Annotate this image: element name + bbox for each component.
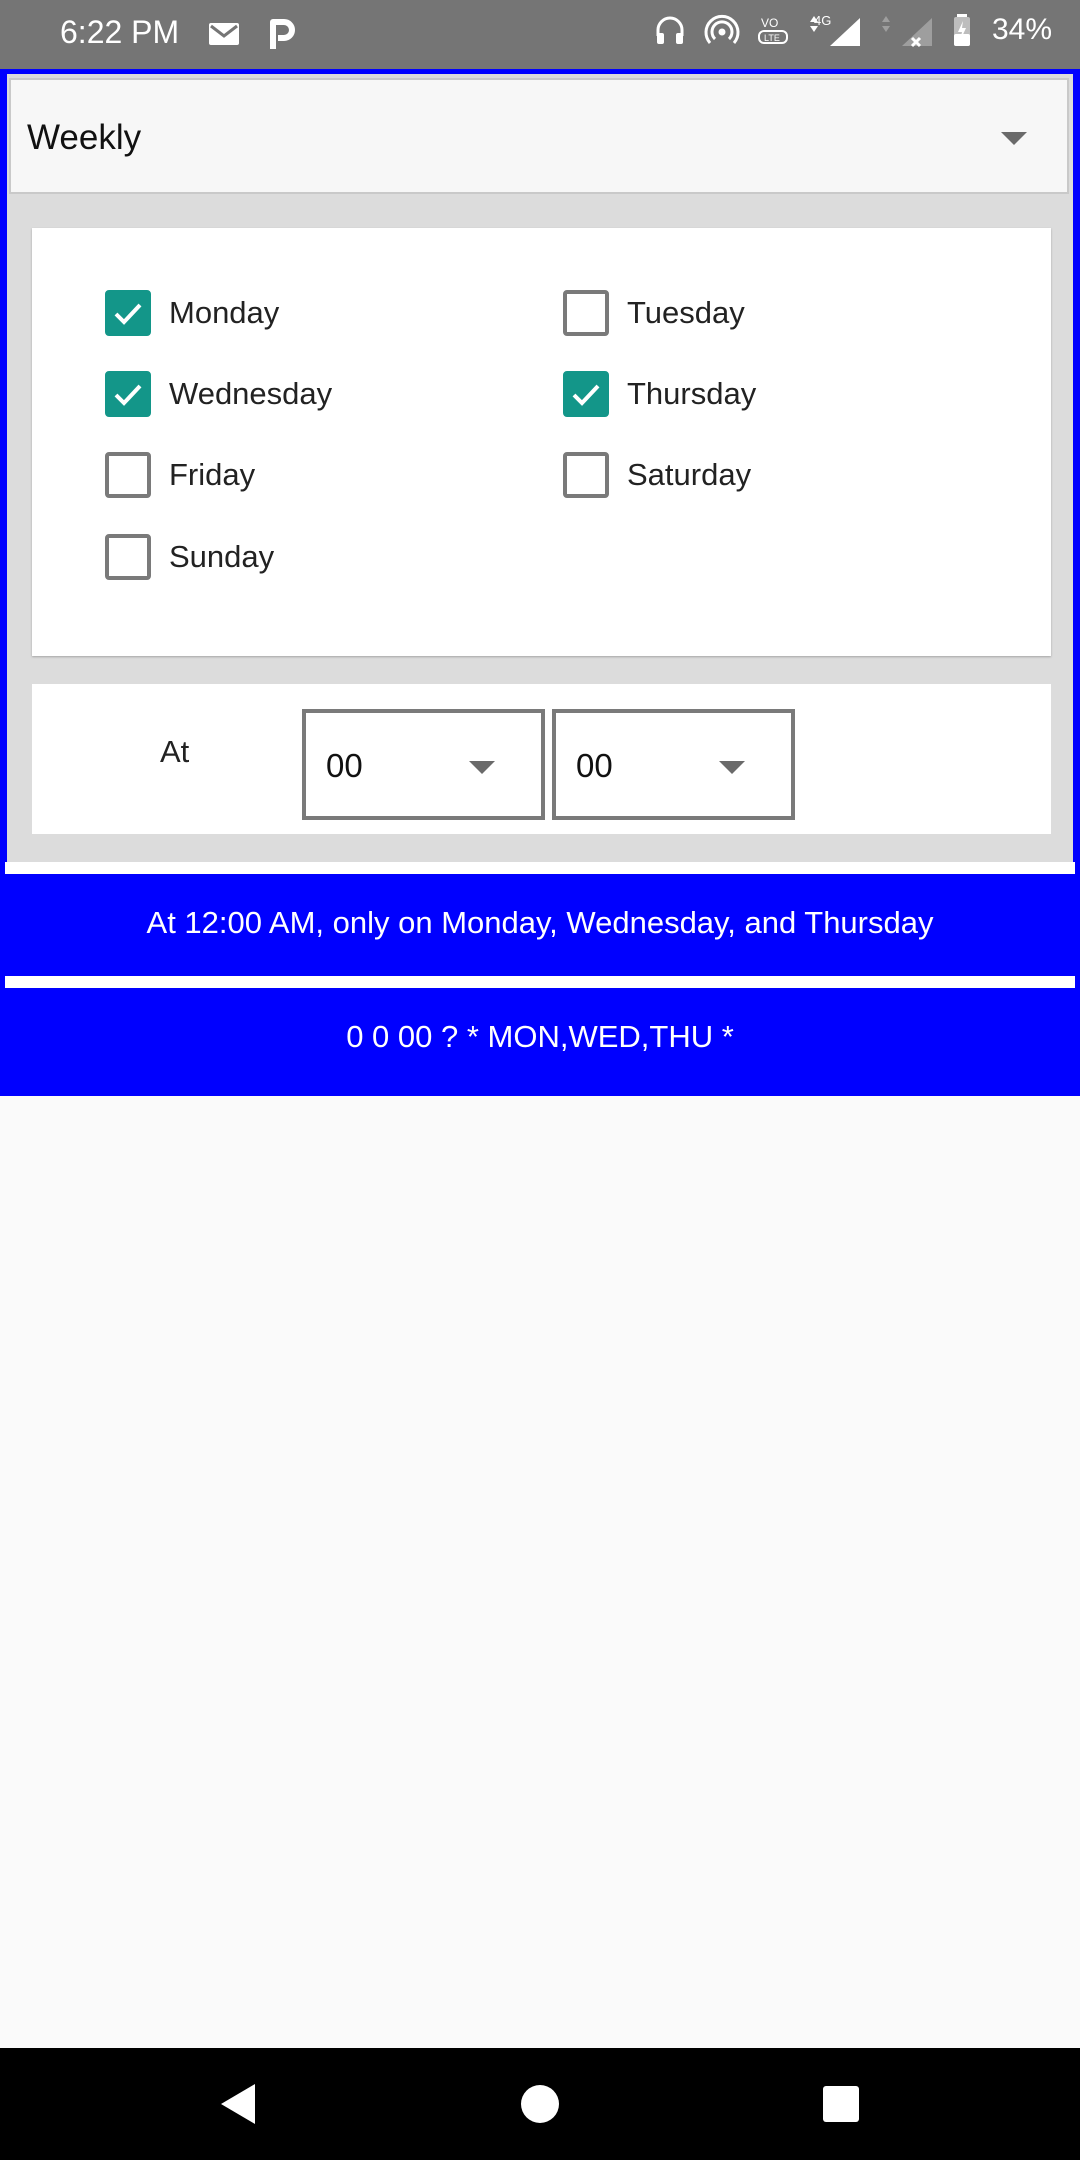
day-option-saturday[interactable]: Saturday — [563, 452, 751, 498]
navigation-bar — [0, 2048, 1080, 2160]
day-label-thursday: Thursday — [627, 376, 757, 411]
at-label: At — [160, 734, 190, 769]
schedule-panel: Weekly Monday Tuesday Wednesday Thursday… — [7, 74, 1073, 872]
checkbox-sunday[interactable] — [105, 534, 151, 580]
status-time: 6:22 PM — [60, 14, 180, 50]
check-icon — [114, 303, 142, 325]
check-icon — [572, 384, 600, 406]
hotspot-icon — [704, 14, 740, 44]
dropdown-arrow-icon — [469, 761, 495, 774]
day-label-wednesday: Wednesday — [169, 376, 333, 411]
check-icon — [114, 384, 142, 406]
checkbox-saturday[interactable] — [563, 452, 609, 498]
days-card: Monday Tuesday Wednesday Thursday Friday… — [32, 228, 1051, 656]
gmail-icon — [209, 23, 239, 45]
headset-icon — [656, 16, 684, 44]
signal-no-sim-icon — [881, 16, 932, 48]
checkbox-monday[interactable] — [105, 290, 151, 336]
divider — [5, 862, 1075, 874]
home-icon[interactable] — [516, 2080, 564, 2128]
day-option-friday[interactable]: Friday — [105, 452, 255, 498]
checkbox-wednesday[interactable] — [105, 371, 151, 417]
hour-value: 00 — [326, 747, 363, 784]
dropdown-arrow-icon — [1001, 132, 1027, 145]
hour-select[interactable]: 00 — [302, 709, 545, 820]
divider — [5, 976, 1075, 988]
svg-text:LTE: LTE — [764, 33, 780, 43]
day-label-sunday: Sunday — [169, 539, 275, 574]
status-bar: 6:22 PM VO LTE 4G 34% — [0, 0, 1080, 69]
battery-percent: 34% — [991, 13, 1052, 46]
recents-icon[interactable] — [817, 2080, 865, 2128]
day-label-tuesday: Tuesday — [627, 295, 745, 330]
dropdown-arrow-icon — [719, 761, 745, 774]
time-card: At 00 00 — [32, 684, 1051, 834]
minute-value: 00 — [576, 747, 613, 784]
day-label-friday: Friday — [169, 457, 256, 492]
day-option-monday[interactable]: Monday — [105, 290, 279, 336]
cron-builder: Weekly Monday Tuesday Wednesday Thursday… — [0, 69, 1080, 1096]
battery-charging-icon — [953, 14, 970, 46]
svg-text:VO: VO — [761, 16, 778, 30]
day-label-monday: Monday — [169, 295, 280, 330]
day-option-thursday[interactable]: Thursday — [563, 371, 756, 417]
day-option-wednesday[interactable]: Wednesday — [105, 371, 332, 417]
day-label-saturday: Saturday — [627, 457, 752, 492]
cron-expression: 0 0 00 ? * MON,WED,THU * — [346, 1019, 734, 1054]
frequency-select[interactable]: Weekly — [9, 78, 1069, 194]
day-option-tuesday[interactable]: Tuesday — [563, 290, 745, 336]
frequency-value: Weekly — [27, 118, 142, 157]
checkbox-thursday[interactable] — [563, 371, 609, 417]
back-icon[interactable] — [215, 2080, 263, 2128]
minute-select[interactable]: 00 — [552, 709, 795, 820]
day-option-sunday[interactable]: Sunday — [105, 534, 274, 580]
checkbox-friday[interactable] — [105, 452, 151, 498]
schedule-description: At 12:00 AM, only on Monday, Wednesday, … — [146, 905, 934, 940]
checkbox-tuesday[interactable] — [563, 290, 609, 336]
signal-4g-icon: 4G — [809, 13, 860, 46]
p-app-icon — [270, 19, 295, 49]
volte-icon: VO LTE — [757, 16, 788, 44]
